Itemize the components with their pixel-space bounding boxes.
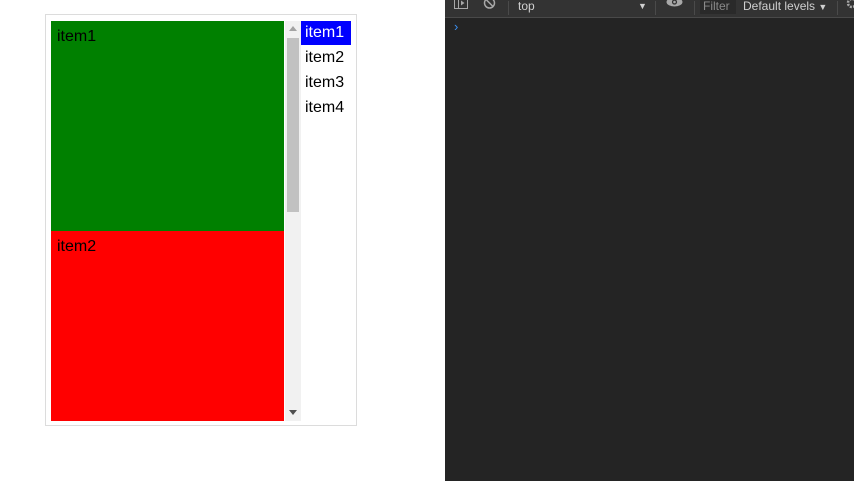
panel-label: item2 [57,238,97,255]
console-prompt-icon[interactable]: › [454,19,458,34]
scrollspy-frame: item1 item2 item1 item2 item3 item4 [45,14,357,426]
nav-item-item2[interactable]: item2 [301,46,351,71]
content-scroll-area[interactable]: item1 item2 [51,21,301,421]
toolbar-divider [837,1,838,15]
toolbar-divider [655,1,656,15]
console-toolbar: top ▼ Filter Default levels ▼ [445,0,854,18]
clear-console-icon[interactable] [483,0,496,14]
live-expression-eye-icon[interactable] [666,0,683,13]
log-levels-label: Default levels [743,0,816,13]
page-area: item1 item2 item1 item2 item3 item4 [0,0,445,481]
settings-gear-icon[interactable] [846,0,854,14]
scroll-up-arrow-icon[interactable] [289,26,297,31]
log-levels-dropdown[interactable]: Default levels ▼ [743,0,827,17]
scrollspy-nav: item1 item2 item3 item4 [301,21,351,121]
sidebar-toggle-icon[interactable] [454,0,468,14]
context-selector[interactable]: top [518,0,535,17]
filter-input[interactable]: Filter [700,0,736,14]
toolbar-divider [694,1,695,15]
levels-caret-icon: ▼ [818,2,828,12]
panel-label: item1 [57,28,97,45]
nav-item-item4[interactable]: item4 [301,96,351,121]
scrollbar-thumb[interactable] [287,38,299,212]
nav-item-item3[interactable]: item3 [301,71,351,96]
vertical-scrollbar[interactable] [285,21,301,421]
nav-item-item1[interactable]: item1 [301,21,351,45]
scroll-down-arrow-icon[interactable] [289,410,297,415]
context-dropdown-caret-icon[interactable]: ▼ [638,0,647,17]
content-panel-item2: item2 [51,231,284,421]
toolbar-divider [508,1,509,15]
devtools-console: top ▼ Filter Default levels ▼ › [445,0,854,481]
content-panel-item1: item1 [51,21,284,231]
